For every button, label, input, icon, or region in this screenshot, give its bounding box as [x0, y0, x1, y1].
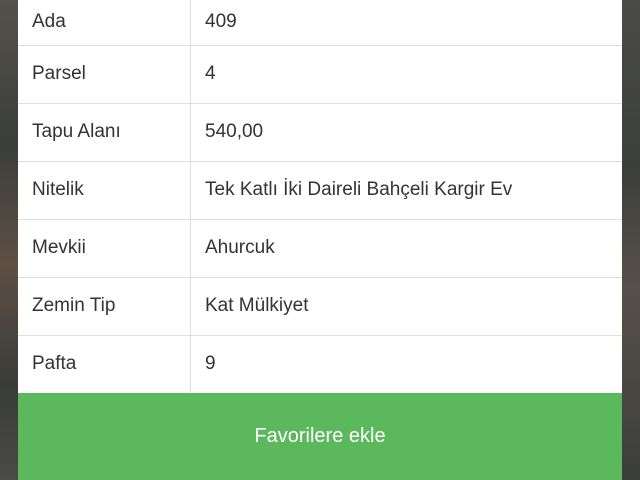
table-row-nitelik: Nitelik Tek Katlı İki Daireli Bahçeli Ka… — [18, 161, 622, 220]
row-label: Parsel — [18, 45, 191, 104]
row-value: 540,00 — [190, 103, 622, 162]
table-row-mevkii: Mevkii Ahurcuk — [18, 219, 622, 278]
row-value: Ahurcuk — [190, 219, 622, 278]
table-row-tapu-alani: Tapu Alanı 540,00 — [18, 103, 622, 162]
table-row-ada: Ada 409 — [18, 0, 622, 46]
add-to-favorites-label: Favorilere ekle — [254, 425, 386, 447]
row-label: Zemin Tip — [18, 277, 191, 336]
row-label: Mevkii — [18, 219, 191, 278]
screen: Ada 409 Parsel 4 Tapu Alanı 540,00 Nitel… — [0, 0, 640, 480]
row-value: Kat Mülkiyet — [190, 277, 622, 336]
map-edge-left — [0, 0, 18, 480]
row-label: Tapu Alanı — [18, 103, 191, 162]
add-to-favorites-button[interactable]: Favorilere ekle — [18, 393, 622, 480]
row-value: 409 — [190, 0, 622, 46]
table-row-zemin-tip: Zemin Tip Kat Mülkiyet — [18, 277, 622, 336]
row-value: Tek Katlı İki Daireli Bahçeli Kargir Ev — [190, 161, 622, 220]
table-row-pafta: Pafta 9 — [18, 335, 622, 394]
parcel-details-table: Ada 409 Parsel 4 Tapu Alanı 540,00 Nitel… — [18, 0, 622, 394]
row-label: Ada — [18, 0, 191, 46]
row-value: 4 — [190, 45, 622, 104]
map-edge-right — [622, 0, 640, 480]
row-value: 9 — [190, 335, 622, 394]
row-label: Nitelik — [18, 161, 191, 220]
table-row-parsel: Parsel 4 — [18, 45, 622, 104]
parcel-info-panel: Ada 409 Parsel 4 Tapu Alanı 540,00 Nitel… — [18, 0, 622, 480]
row-label: Pafta — [18, 335, 191, 394]
